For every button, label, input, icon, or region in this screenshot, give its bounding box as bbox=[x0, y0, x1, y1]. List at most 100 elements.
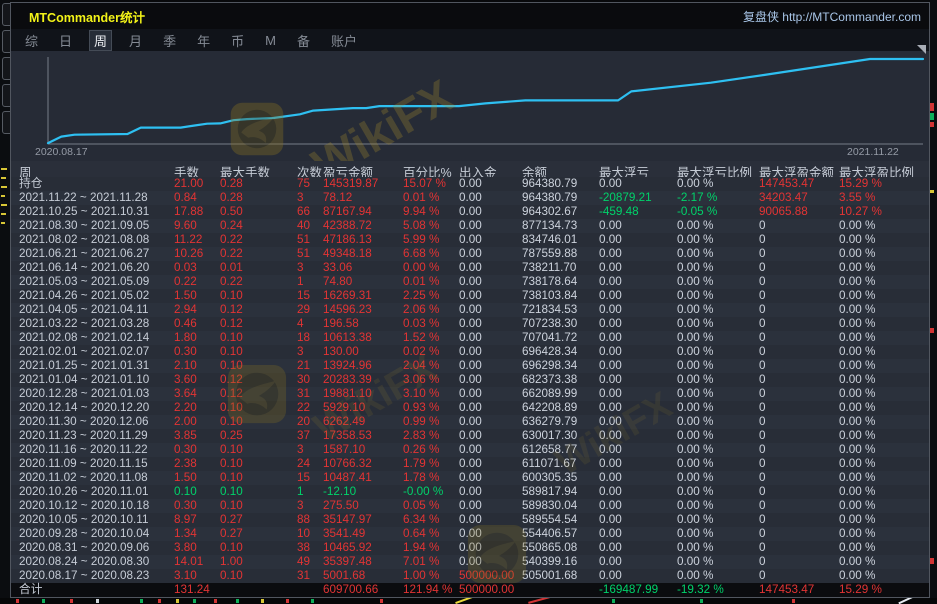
table-row[interactable]: 2021.02.08 ~ 2021.02.141.800.101810613.3… bbox=[11, 331, 929, 345]
table-row[interactable]: 2020.12.28 ~ 2021.01.033.640.123119881.1… bbox=[11, 387, 929, 401]
menu-item-综[interactable]: 综 bbox=[21, 30, 42, 51]
total-row[interactable]: 合计131.24609700.66121.94 %500000.00-16948… bbox=[11, 583, 929, 597]
cell: 14596.23 bbox=[323, 303, 372, 317]
title-bar[interactable]: MTCommander统计 复盘侠 http://MTCommander.com bbox=[11, 3, 929, 29]
table-row[interactable]: 2020.11.30 ~ 2020.12.062.000.10206262.49… bbox=[11, 415, 929, 429]
brand-link[interactable]: 复盘侠 http://MTCommander.com bbox=[743, 8, 921, 25]
cell: 721834.53 bbox=[522, 303, 577, 317]
cell: 66 bbox=[297, 205, 310, 219]
cell: 0.00 % bbox=[839, 261, 875, 275]
cell: 2021.05.03 ~ 2021.05.09 bbox=[19, 275, 149, 289]
cell: 0.00 bbox=[459, 415, 482, 429]
table-row[interactable]: 2020.08.24 ~ 2020.08.3014.011.004935397.… bbox=[11, 555, 929, 569]
cell: 0.99 % bbox=[403, 415, 439, 429]
cell: 0.26 % bbox=[403, 443, 439, 457]
cell: 0.10 bbox=[174, 485, 197, 499]
table-row[interactable]: 2021.01.04 ~ 2021.01.103.600.123020283.3… bbox=[11, 373, 929, 387]
cell: 0.22 bbox=[220, 275, 243, 289]
cell: 0.10 bbox=[220, 331, 243, 345]
table-row[interactable]: 2020.11.09 ~ 2020.11.152.380.102410766.3… bbox=[11, 457, 929, 471]
cell: -2.17 % bbox=[677, 191, 717, 205]
cell: 0.01 % bbox=[403, 191, 439, 205]
menu-item-月[interactable]: 月 bbox=[125, 30, 146, 51]
cell: 2020.12.28 ~ 2021.01.03 bbox=[19, 387, 149, 401]
cell: 500000.00 bbox=[459, 569, 514, 583]
cell: 0.10 bbox=[220, 569, 243, 583]
cell: 0.00 bbox=[599, 541, 622, 555]
cell: 0.10 bbox=[220, 415, 243, 429]
table-row[interactable]: 2020.10.26 ~ 2020.11.010.100.101-12.10-0… bbox=[11, 485, 929, 499]
cell: 0.46 bbox=[174, 317, 197, 331]
menu-item-账户[interactable]: 账户 bbox=[327, 30, 361, 51]
menu-item-日[interactable]: 日 bbox=[55, 30, 76, 51]
background-candle bbox=[930, 190, 934, 193]
cell: 35147.97 bbox=[323, 513, 372, 527]
cell: 540399.16 bbox=[522, 555, 577, 569]
cell: 10 bbox=[297, 527, 310, 541]
cell: 40 bbox=[297, 219, 310, 233]
cell: 0.00 % bbox=[839, 303, 875, 317]
cell: 0.00 % bbox=[839, 443, 875, 457]
cell: 0.02 % bbox=[403, 345, 439, 359]
menu-item-备[interactable]: 备 bbox=[293, 30, 314, 51]
table-row[interactable]: 2020.08.17 ~ 2020.08.233.100.10315001.68… bbox=[11, 569, 929, 583]
table-row[interactable]: 2020.09.28 ~ 2020.10.041.340.27103541.49… bbox=[11, 527, 929, 541]
menu-item-币[interactable]: 币 bbox=[227, 30, 248, 51]
table-row[interactable]: 2020.11.16 ~ 2020.11.220.300.1031587.100… bbox=[11, 443, 929, 457]
table-row[interactable]: 2021.04.05 ~ 2021.04.112.940.122914596.2… bbox=[11, 303, 929, 317]
table-row[interactable]: 2020.10.05 ~ 2020.10.118.970.278835147.9… bbox=[11, 513, 929, 527]
cell: 0 bbox=[759, 233, 766, 247]
cell: 0.00 % bbox=[677, 387, 713, 401]
cell: 1.34 bbox=[174, 527, 197, 541]
cell: 0 bbox=[759, 261, 766, 275]
table-row[interactable]: 2021.01.25 ~ 2021.01.312.100.102113924.9… bbox=[11, 359, 929, 373]
cell: 0 bbox=[759, 247, 766, 261]
background-text-fragment bbox=[1, 204, 7, 206]
table-row[interactable]: 2021.02.01 ~ 2021.02.070.300.103130.000.… bbox=[11, 345, 929, 359]
menu-item-年[interactable]: 年 bbox=[193, 30, 214, 51]
cell: 0 bbox=[759, 443, 766, 457]
table-row[interactable]: 2020.11.23 ~ 2020.11.293.850.253717358.5… bbox=[11, 429, 929, 443]
table-row[interactable]: 2020.10.12 ~ 2020.10.180.300.103275.500.… bbox=[11, 499, 929, 513]
cell: 15.29 % bbox=[839, 583, 882, 597]
resize-grip-icon[interactable] bbox=[917, 45, 926, 54]
table-row[interactable]: 2021.05.03 ~ 2021.05.090.220.22174.800.0… bbox=[11, 275, 929, 289]
cell: 0.00 % bbox=[839, 331, 875, 345]
x-axis-end-label: 2021.11.22 bbox=[847, 146, 899, 158]
cell: 51 bbox=[297, 233, 310, 247]
table-row[interactable]: 2020.11.02 ~ 2020.11.081.500.101510487.4… bbox=[11, 471, 929, 485]
cell: 22 bbox=[297, 401, 310, 415]
table-row[interactable]: 2021.08.02 ~ 2021.08.0811.220.225147186.… bbox=[11, 233, 929, 247]
cell: 0.00 bbox=[599, 317, 622, 331]
cell: 0 bbox=[759, 527, 766, 541]
table-row[interactable]: 2021.03.22 ~ 2021.03.280.460.124196.580.… bbox=[11, 317, 929, 331]
table-row[interactable]: 2021.06.21 ~ 2021.06.2710.260.225149348.… bbox=[11, 247, 929, 261]
table-row[interactable]: 2021.11.22 ~ 2021.11.280.840.28378.120.0… bbox=[11, 191, 929, 205]
table-row[interactable]: 2020.12.14 ~ 2020.12.202.200.10225929.10… bbox=[11, 401, 929, 415]
background-candle bbox=[930, 103, 934, 111]
cell: 10465.92 bbox=[323, 541, 372, 555]
menu-item-周[interactable]: 周 bbox=[89, 30, 112, 51]
cell: 37 bbox=[297, 429, 310, 443]
table-row[interactable]: 2021.10.25 ~ 2021.10.3117.880.506687167.… bbox=[11, 205, 929, 219]
table-row[interactable]: 2021.04.26 ~ 2021.05.021.500.101516269.3… bbox=[11, 289, 929, 303]
menu-item-M[interactable]: M bbox=[261, 32, 280, 49]
cell: 2020.12.14 ~ 2020.12.20 bbox=[19, 401, 149, 415]
table-row[interactable]: 2021.06.14 ~ 2021.06.200.030.01333.060.0… bbox=[11, 261, 929, 275]
table-row[interactable]: 2020.08.31 ~ 2020.09.063.800.103810465.9… bbox=[11, 541, 929, 555]
cell: 0.30 bbox=[174, 499, 197, 513]
cell: 0.10 bbox=[220, 359, 243, 373]
cell: 2020.11.23 ~ 2020.11.29 bbox=[19, 429, 148, 443]
cell: 0.00 % bbox=[677, 219, 713, 233]
background-window-right-sliver bbox=[930, 0, 937, 604]
cell: 0.00 bbox=[599, 219, 622, 233]
cell: 29 bbox=[297, 303, 310, 317]
table-row[interactable]: 2021.08.30 ~ 2021.09.059.600.244042388.7… bbox=[11, 219, 929, 233]
menu-item-季[interactable]: 季 bbox=[159, 30, 180, 51]
table-row[interactable]: 持仓21.000.2875145319.8715.07 %0.00964380.… bbox=[11, 177, 929, 191]
cell: 0 bbox=[759, 471, 766, 485]
cell: 0.00 bbox=[599, 429, 622, 443]
cell: 15.07 % bbox=[403, 177, 446, 191]
cell: 42388.72 bbox=[323, 219, 372, 233]
cell: 0.00 bbox=[599, 527, 622, 541]
